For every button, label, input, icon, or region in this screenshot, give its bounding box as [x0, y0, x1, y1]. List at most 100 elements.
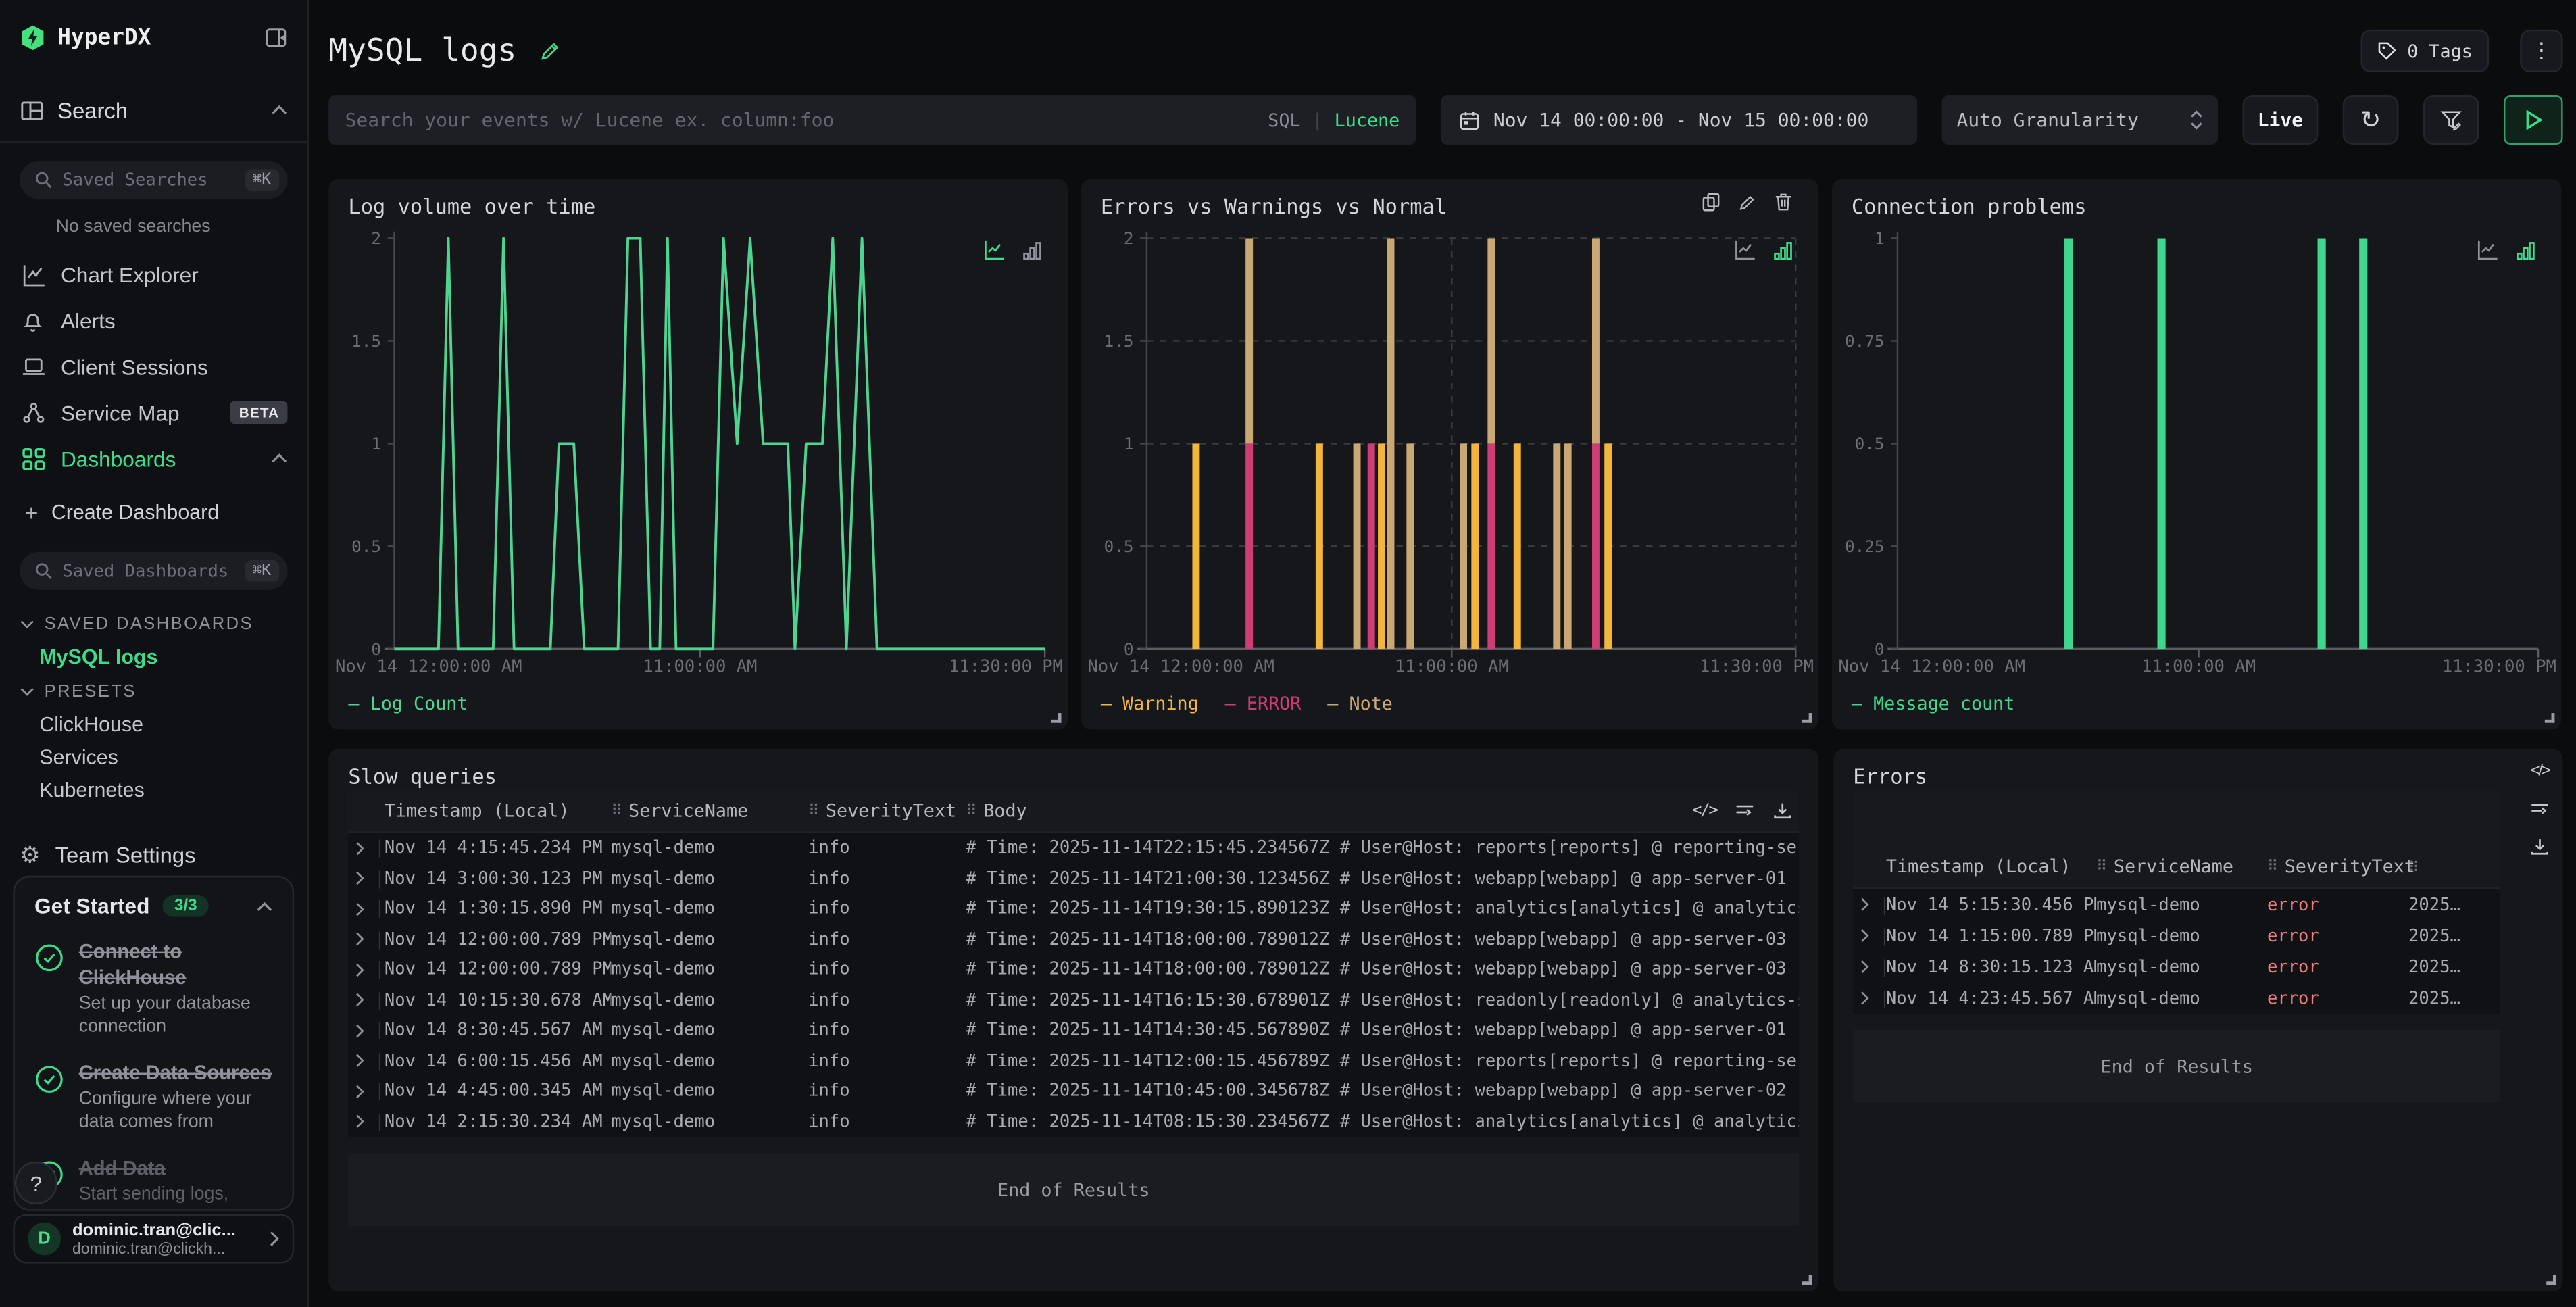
sidebar-item-dashboards[interactable]: Dashboards	[0, 435, 307, 481]
expand-row-icon[interactable]	[355, 841, 365, 856]
table-row[interactable]: |Nov 14 2:15:30.234 AMmysql-demoinfo# Ti…	[348, 1106, 1799, 1137]
column-drag-handle[interactable]: ⠿	[966, 803, 976, 819]
table-row[interactable]: |Nov 14 4:23:45.567 AMmysql-demoerror202…	[1853, 983, 2500, 1014]
table-row[interactable]: |Nov 14 6:00:15.456 AMmysql-demoinfo# Ti…	[348, 1045, 1799, 1076]
filter-button[interactable]	[2423, 95, 2479, 145]
column-drag-handle[interactable]: ⠿	[611, 803, 622, 819]
duplicate-chart-icon[interactable]	[1702, 192, 1720, 212]
event-search-input[interactable]: Search your events w/ Lucene ex. column:…	[328, 95, 1416, 145]
table-row[interactable]: |Nov 14 5:15:30.456 PMmysql-demoerror202…	[1853, 889, 2500, 920]
chart-explorer-icon	[20, 262, 46, 287]
resize-handle[interactable]	[2546, 1275, 2556, 1285]
tags-button[interactable]: 0 Tags	[2361, 30, 2489, 72]
expand-row-icon[interactable]	[355, 962, 365, 977]
column-drag-handle[interactable]: ⠿	[2096, 858, 2107, 874]
column-drag-handle[interactable]: ⠿	[808, 803, 819, 819]
table-row[interactable]: |Nov 14 12:00:00.789 PMmysql-demoinfo# T…	[348, 924, 1799, 955]
live-button[interactable]: Live	[2242, 95, 2318, 145]
legend-item-warning[interactable]: — Warning	[1101, 693, 1199, 715]
sidebar-item-chart-explorer[interactable]: Chart Explorer	[0, 251, 307, 297]
get-started-item[interactable]: Connect to ClickHouseSet up your databas…	[34, 940, 273, 1040]
divider	[0, 141, 307, 143]
resize-handle[interactable]	[2545, 713, 2555, 723]
expand-row-icon[interactable]	[1860, 960, 1870, 975]
dashboard-link-kubernetes[interactable]: Kubernetes	[0, 774, 307, 807]
sidebar-item-service-map[interactable]: Service MapBETA	[0, 389, 307, 435]
download-icon[interactable]	[2530, 838, 2550, 856]
get-started-item[interactable]: Add DataStart sending logs, metrics, or …	[34, 1156, 273, 1211]
dashboard-link-services[interactable]: Services	[0, 741, 307, 774]
delete-chart-icon[interactable]	[1775, 192, 1793, 212]
legend-item-note[interactable]: — Note	[1327, 693, 1393, 715]
edit-chart-icon[interactable]	[1738, 192, 1756, 212]
column-drag-handle[interactable]: ⠿	[2267, 858, 2278, 874]
expand-row-icon[interactable]	[1860, 929, 1870, 943]
create-dashboard-button[interactable]: + Create Dashboard	[0, 491, 307, 534]
resize-handle[interactable]	[1802, 713, 1812, 723]
legend-item-error[interactable]: — ERROR	[1225, 693, 1302, 715]
errors-warnings-chart[interactable]: 21.510.50Nov 14 12:00:00 AM11:00:00 AM11…	[1081, 225, 1819, 672]
wrap-text-icon[interactable]	[1735, 802, 1754, 820]
chevron-up-icon[interactable]	[271, 105, 287, 116]
connection-problems-chart[interactable]: 10.750.50.250Nov 14 12:00:00 AM11:00:00 …	[1832, 225, 2561, 672]
expand-row-icon[interactable]	[1860, 897, 1870, 912]
view-source-icon[interactable]: </>	[2531, 762, 2550, 781]
download-icon[interactable]	[1773, 802, 1792, 820]
column-drag-handle[interactable]: ⠿	[2408, 861, 2419, 877]
search-section-icon	[20, 98, 44, 122]
sidebar-item-team-settings[interactable]: ⚙ Team Settings	[0, 833, 307, 876]
log-volume-chart[interactable]: 21.510.50Nov 14 12:00:00 AM11:00:00 AM11…	[328, 225, 1068, 672]
expand-row-icon[interactable]	[355, 1023, 365, 1038]
view-source-icon[interactable]: </>	[1692, 802, 1717, 820]
tree-group-saved-dashboards[interactable]: SAVED DASHBOARDS	[0, 606, 307, 641]
slow-queries-panel: Slow queries Timestamp (Local) ⠿ServiceN…	[328, 749, 1818, 1291]
tree-group-presets[interactable]: PRESETS	[0, 674, 307, 708]
resize-handle[interactable]	[1051, 713, 1062, 723]
saved-dashboards-input[interactable]: Saved Dashboards ⌘K	[20, 552, 287, 590]
table-row[interactable]: |Nov 14 8:30:15.123 AMmysql-demoerror202…	[1853, 952, 2500, 983]
expand-row-icon[interactable]	[355, 902, 365, 916]
more-options-button[interactable]: ⋮	[2520, 30, 2562, 72]
table-row[interactable]: |Nov 14 1:30:15.890 PMmysql-demoinfo# Ti…	[348, 894, 1799, 924]
expand-row-icon[interactable]	[355, 932, 365, 947]
sidebar-item-client-sessions[interactable]: Client Sessions	[0, 343, 307, 389]
svg-text:0.5: 0.5	[351, 537, 381, 556]
expand-row-icon[interactable]	[355, 1084, 365, 1099]
sidebar-item-alerts[interactable]: Alerts	[0, 297, 307, 343]
refresh-button[interactable]: ↻	[2343, 95, 2399, 145]
sidebar-section-search[interactable]: Search	[0, 92, 307, 128]
table-header: Timestamp (Local) ⠿ServiceName ⠿Severity…	[1853, 790, 2500, 889]
help-button[interactable]: ?	[15, 1162, 57, 1204]
granularity-select[interactable]: Auto Granularity	[1942, 95, 2218, 145]
resize-handle[interactable]	[1802, 1275, 1812, 1285]
legend-item-log-count[interactable]: — Log Count	[348, 693, 468, 715]
table-row[interactable]: |Nov 14 4:15:45.234 PMmysql-demoinfo# Ti…	[348, 833, 1799, 864]
date-range-picker[interactable]: Nov 14 00:00:00 - Nov 15 00:00:00	[1441, 95, 1917, 145]
table-row[interactable]: |Nov 14 12:00:00.789 PMmysql-demoinfo# T…	[348, 954, 1799, 985]
table-row[interactable]: |Nov 14 3:00:30.123 PMmysql-demoinfo# Ti…	[348, 864, 1799, 894]
user-menu[interactable]: D dominic.tran@clic... dominic.tran@clic…	[13, 1214, 294, 1264]
run-query-button[interactable]	[2504, 95, 2563, 145]
expand-row-icon[interactable]	[355, 1114, 365, 1129]
edit-title-icon[interactable]	[539, 41, 561, 62]
check-circle-icon	[34, 943, 64, 1039]
table-row[interactable]: |Nov 14 10:15:30.678 AMmysql-demoinfo# T…	[348, 985, 1799, 1015]
get-started-item[interactable]: Create Data SourcesConfigure where your …	[34, 1061, 273, 1135]
table-row[interactable]: |Nov 14 8:30:45.567 AMmysql-demoinfo# Ti…	[348, 1015, 1799, 1045]
chevron-up-icon[interactable]	[256, 901, 272, 911]
expand-row-icon[interactable]	[355, 1054, 365, 1068]
query-language-toggle[interactable]: SQL|Lucene	[1268, 109, 1400, 131]
expand-row-icon[interactable]	[355, 871, 365, 886]
table-row[interactable]: |Nov 14 4:45:00.345 AMmysql-demoinfo# Ti…	[348, 1076, 1799, 1106]
wrap-text-icon[interactable]	[2530, 800, 2550, 818]
dashboard-link-clickhouse[interactable]: ClickHouse	[0, 708, 307, 741]
dashboard-link-mysql-logs[interactable]: MySQL logs	[0, 641, 307, 674]
table-row[interactable]: |Nov 14 1:15:00.789 PMmysql-demoerror202…	[1853, 920, 2500, 951]
sidebar-collapse-icon[interactable]	[264, 26, 287, 49]
chart-legend: — Log Count	[348, 693, 468, 715]
saved-searches-input[interactable]: Saved Searches ⌘K	[20, 161, 287, 199]
end-of-results: End of Results	[1853, 1030, 2500, 1102]
expand-row-icon[interactable]	[1860, 991, 1870, 1006]
legend-item-message-count[interactable]: — Message count	[1852, 693, 2015, 715]
expand-row-icon[interactable]	[355, 993, 365, 1008]
